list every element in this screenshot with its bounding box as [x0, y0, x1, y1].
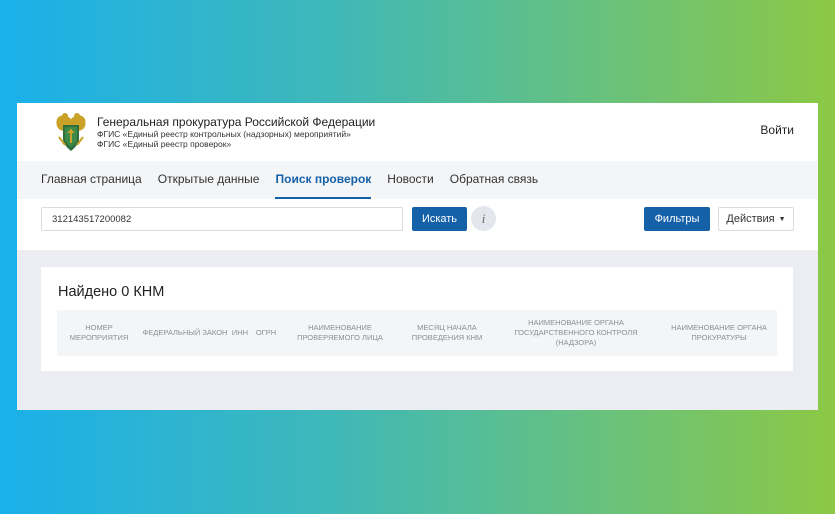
column-header-inn: ИНН	[231, 328, 249, 337]
login-link[interactable]: Войти	[760, 123, 794, 137]
search-bar: Искать i Фильтры Действия ▼	[17, 199, 818, 250]
results-card: Найдено 0 КНМ НОМЕР МЕРОПРИЯТИЯ ФЕДЕРАЛЬ…	[41, 267, 793, 371]
column-header-control-body: НАИМЕНОВАНИЕ ОРГАНА ГОСУДАРСТВЕННОГО КОН…	[514, 318, 638, 347]
nav-open-data[interactable]: Открытые данные	[158, 172, 260, 199]
caret-down-icon: ▼	[778, 215, 786, 223]
nav-news[interactable]: Новости	[387, 172, 433, 199]
app-window: Генеральная прокуратура Российской Федер…	[17, 103, 818, 410]
search-input[interactable]	[41, 207, 403, 231]
filters-button[interactable]: Фильтры	[644, 207, 710, 231]
column-header-prosecutor-office: НАИМЕНОВАНИЕ ОРГАНА ПРОКУРАТУРЫ	[671, 323, 767, 342]
coat-of-arms-icon	[56, 113, 86, 151]
org-subtitle-1: ФГИС «Единый реестр контрольных (надзорн…	[97, 129, 351, 139]
column-header-number: НОМЕР МЕРОПРИЯТИЯ	[69, 323, 129, 342]
actions-dropdown[interactable]: Действия ▼	[718, 207, 794, 231]
org-title: Генеральная прокуратура Российской Федер…	[97, 115, 376, 129]
results-table-header: НОМЕР МЕРОПРИЯТИЯ ФЕДЕРАЛЬНЫЙ ЗАКОН ИНН …	[57, 310, 777, 356]
column-header-inspected-entity: НАИМЕНОВАНИЕ ПРОВЕРЯЕМОГО ЛИЦА	[297, 323, 383, 342]
nav-home[interactable]: Главная страница	[41, 172, 142, 199]
nav-feedback[interactable]: Обратная связь	[450, 172, 538, 199]
results-count-title: Найдено 0 КНМ	[58, 284, 165, 300]
nav-search-inspections[interactable]: Поиск проверок	[275, 172, 372, 199]
org-block: Генеральная прокуратура Российской Федер…	[97, 115, 375, 149]
column-header-ogrn: ОГРН	[255, 328, 277, 337]
header: Генеральная прокуратура Российской Федер…	[17, 103, 818, 161]
org-subtitle-2: ФГИС «Единый реестр проверок»	[97, 139, 232, 149]
column-header-start-month: МЕСЯЦ НАЧАЛА ПРОВЕДЕНИЯ КНМ	[411, 323, 483, 342]
actions-label: Действия	[726, 213, 775, 225]
main-nav: Главная страница Открытые данные Поиск п…	[17, 161, 818, 199]
info-icon[interactable]: i	[471, 206, 496, 231]
column-header-federal-law: ФЕДЕРАЛЬНЫЙ ЗАКОН	[142, 328, 228, 337]
search-button[interactable]: Искать	[412, 207, 467, 231]
